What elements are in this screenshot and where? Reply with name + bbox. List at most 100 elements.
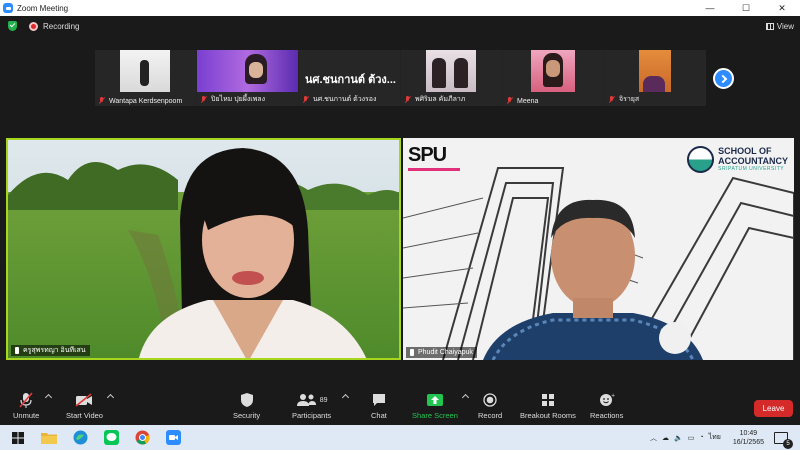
participant-photo xyxy=(120,50,170,92)
start-video-button[interactable]: Start Video xyxy=(66,392,103,420)
spu-logo: SPU xyxy=(408,144,460,171)
mic-muted-icon xyxy=(506,97,513,105)
chat-bubble-icon xyxy=(372,392,386,408)
participant-photo xyxy=(426,50,476,92)
notification-center-icon[interactable]: 5 xyxy=(774,431,793,449)
participant-name-tag: นศ.ชนกานต์ ต้วงรอง xyxy=(302,94,376,105)
share-screen-label: Share Screen xyxy=(412,411,458,420)
input-language-indicator[interactable]: ไทย xyxy=(709,432,721,443)
mic-muted-icon xyxy=(200,95,207,104)
accountancy-logo: SCHOOL OF ACCOUNTANCY SRIPATUM UNIVERSIT… xyxy=(687,146,788,173)
participant-name-tag: พศิริมล คัมภีลาภ xyxy=(404,94,465,105)
participant-thumbnail[interactable]: ปิยไหม ปุยผึ้งเพลง xyxy=(197,50,298,106)
participants-label: Participants xyxy=(292,411,332,420)
participant-photo xyxy=(531,50,575,92)
participants-options-caret-icon[interactable] xyxy=(341,393,350,402)
acc-emblem-icon xyxy=(687,146,715,173)
recording-label: Recording xyxy=(43,21,80,31)
pin-icon xyxy=(410,349,414,356)
reactions-button[interactable]: + Reactions xyxy=(590,392,623,420)
participant-thumbnail[interactable]: Meena xyxy=(503,50,604,106)
record-label: Record xyxy=(478,411,503,420)
notification-count: 5 xyxy=(783,438,793,449)
share-options-caret-icon[interactable] xyxy=(461,393,470,402)
show-hidden-icons-chevron-icon[interactable]: ︿ xyxy=(650,433,657,443)
breakout-rooms-icon xyxy=(541,392,555,408)
meeting-status-row: Recording View xyxy=(0,16,800,36)
reactions-smiley-icon: + xyxy=(599,392,615,408)
view-label: View xyxy=(776,21,794,31)
meeting-toolbar: Unmute Start Video Security 89 Participa… xyxy=(0,385,800,425)
participant-name-tag: จิรายุส xyxy=(608,94,639,105)
participant-name-tag: Meena xyxy=(506,97,538,105)
edge-browser-icon[interactable] xyxy=(71,429,89,447)
battery-icon[interactable]: ▭ xyxy=(688,434,695,442)
recording-indicator[interactable]: Recording xyxy=(29,21,80,31)
participant-thumbnail[interactable]: นศ.ชนกานต์ ต้วง... นศ.ชนกานต์ ต้วงรอง xyxy=(299,50,400,106)
wifi-icon[interactable]: ◔ xyxy=(699,434,703,441)
leave-button[interactable]: Leave xyxy=(754,400,793,417)
participant-thumbnail[interactable]: Wantapa Kerdsenpoom xyxy=(95,50,196,106)
pin-icon xyxy=(15,347,19,354)
clock-time: 10:49 xyxy=(739,429,758,437)
spu-logo-text: SPU xyxy=(408,144,447,166)
window-controls: — ☐ ✕ xyxy=(692,0,800,16)
participant-thumbnail[interactable]: จิรายุส xyxy=(605,50,706,106)
mic-muted-icon xyxy=(608,95,615,104)
participant-name-placeholder: นศ.ชนกานต์ ต้วง... xyxy=(305,74,396,86)
acc-logo-line2: ACCOUNTANCY xyxy=(718,156,788,166)
participant-name-tag: Wantapa Kerdsenpoom xyxy=(98,97,182,105)
encryption-shield-icon[interactable] xyxy=(8,21,17,31)
unmute-label: Unmute xyxy=(13,411,40,420)
windows-taskbar: ︿ ☁ 🔈 ▭ ◔ ไทย 10:49 16/1/2565 5 xyxy=(0,425,800,450)
participants-button[interactable]: 89 Participants xyxy=(292,392,331,420)
unmute-button[interactable]: Unmute xyxy=(13,392,39,420)
video-tile[interactable]: SPU SCHOOL OF ACCOUNTANCY SRIPATUM UNIVE… xyxy=(403,138,794,360)
participant-thumbnail-strip: Wantapa Kerdsenpoom ปิยไหม ปุยผึ้งเพลง น… xyxy=(95,50,706,106)
participants-icon: 89 xyxy=(296,392,327,408)
participant-name: นศ.ชนกานต์ ต้วงรอง xyxy=(313,96,377,103)
reactions-label: Reactions xyxy=(590,411,624,420)
view-button[interactable]: View xyxy=(765,19,794,33)
system-tray: ︿ ☁ 🔈 ▭ ◔ ไทย 10:49 16/1/2565 5 xyxy=(650,425,800,450)
breakout-rooms-label: Breakout Rooms xyxy=(520,411,576,420)
clock-date: 16/1/2565 xyxy=(732,438,764,446)
record-icon xyxy=(483,392,497,408)
minimize-button[interactable]: — xyxy=(692,0,728,16)
taskbar-clock[interactable]: 10:49 16/1/2565 xyxy=(733,429,764,447)
file-explorer-icon[interactable] xyxy=(40,429,58,447)
chat-button[interactable]: Chat xyxy=(371,392,387,420)
next-page-arrow-icon[interactable] xyxy=(713,68,734,89)
record-button[interactable]: Record xyxy=(478,392,502,420)
participant-name: พศิริมล คัมภีลาภ xyxy=(415,96,466,103)
start-video-label: Start Video xyxy=(66,411,103,420)
chrome-browser-icon[interactable] xyxy=(133,429,151,447)
zoom-app-icon[interactable] xyxy=(164,429,182,447)
close-button[interactable]: ✕ xyxy=(764,0,800,16)
participant-photo xyxy=(197,50,298,92)
maximize-button[interactable]: ☐ xyxy=(728,0,764,16)
share-screen-icon xyxy=(426,392,443,408)
zoom-logo-icon xyxy=(3,3,13,13)
line-app-icon[interactable] xyxy=(102,429,120,447)
breakout-rooms-button[interactable]: Breakout Rooms xyxy=(520,392,576,420)
video-tile-active-speaker[interactable]: ครูสุพรทญา อินทีเสน xyxy=(6,138,401,360)
share-screen-button[interactable]: Share Screen xyxy=(412,392,458,420)
video-options-caret-icon[interactable] xyxy=(106,393,115,402)
video-participant-name: Phudit Chaiyapuk xyxy=(418,349,473,356)
security-button[interactable]: Security xyxy=(233,392,260,420)
windows-start-icon[interactable] xyxy=(9,429,27,447)
participant-name: Meena xyxy=(517,97,539,105)
window-title: Zoom Meeting xyxy=(17,3,69,13)
video-participant-name: ครูสุพรทญา อินทีเสน xyxy=(23,347,86,354)
audio-options-caret-icon[interactable] xyxy=(44,393,53,402)
acc-logo-line1: SCHOOL OF xyxy=(718,146,772,156)
network-icon[interactable]: ☁ xyxy=(662,434,669,442)
participant-thumbnail[interactable]: พศิริมล คัมภีลาภ xyxy=(401,50,502,106)
video-off-icon xyxy=(75,392,93,408)
volume-icon[interactable]: 🔈 xyxy=(674,434,683,442)
participant-name: ปิยไหม ปุยผึ้งเพลง xyxy=(211,96,266,103)
participant-name: Wantapa Kerdsenpoom xyxy=(109,97,183,105)
participant-name-tag: ปิยไหม ปุยผึ้งเพลง xyxy=(200,94,265,105)
video-name-tag: Phudit Chaiyapuk xyxy=(406,347,477,358)
